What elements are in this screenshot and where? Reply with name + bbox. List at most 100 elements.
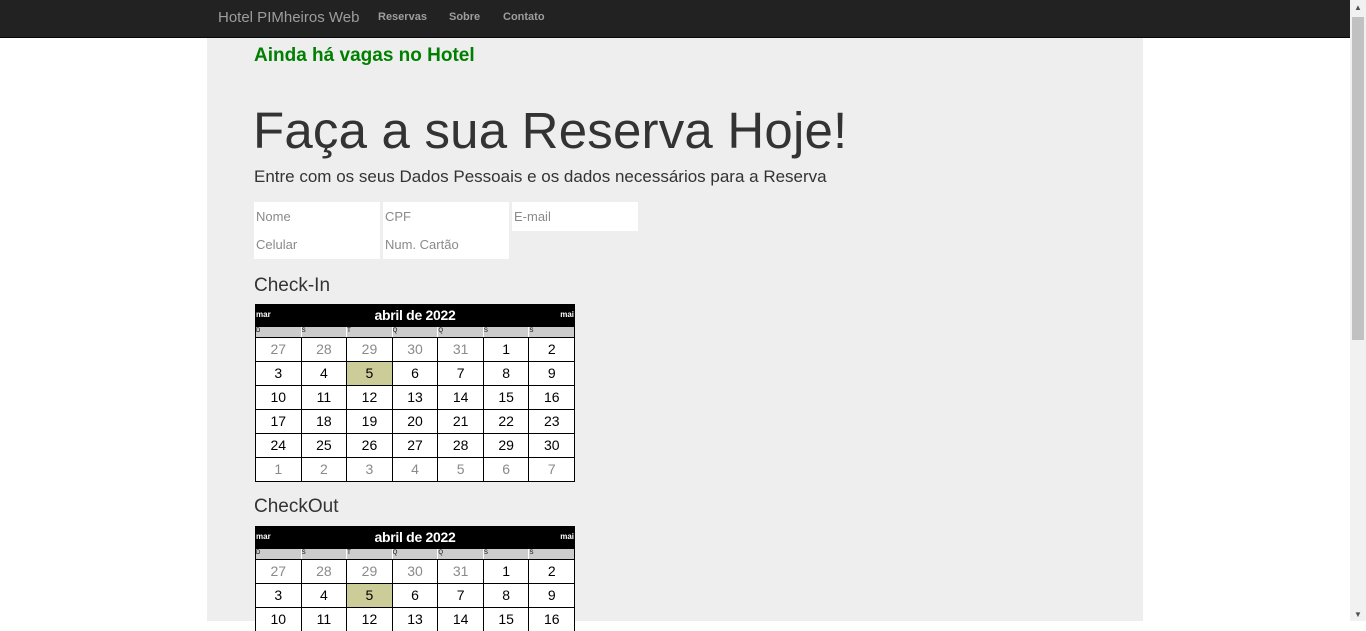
calendar-day[interactable]: 7 — [437, 362, 483, 385]
calendar-day[interactable]: 12 — [346, 608, 392, 631]
calendar-day[interactable]: 7 — [437, 584, 483, 607]
calendar-day[interactable]: 21 — [437, 410, 483, 433]
calendar-day[interactable]: 31 — [437, 560, 483, 583]
next-month-link[interactable]: mai — [560, 310, 574, 319]
calendar-day[interactable]: 22 — [482, 410, 529, 433]
calendar-day[interactable]: 1 — [482, 338, 529, 361]
weekday-label: Q — [391, 549, 438, 559]
page-scrollbar[interactable]: ▲ ▼ — [1350, 0, 1366, 621]
checkout-label: CheckOut — [254, 496, 339, 517]
calendar-day[interactable]: 3 — [346, 458, 392, 481]
weekday-label: T — [346, 327, 392, 337]
calendar-day[interactable]: 1 — [256, 458, 301, 481]
calendar-week-row: 27 28 29 30 31 1 2 — [256, 559, 574, 583]
weekday-label: D — [256, 328, 261, 334]
calendar-day[interactable]: 13 — [391, 386, 438, 409]
calendar-day[interactable]: 30 — [391, 338, 438, 361]
calendar-day[interactable]: 20 — [391, 410, 438, 433]
weekday-label: S — [528, 327, 574, 337]
calendar-day[interactable]: 9 — [528, 362, 574, 385]
calendar-day[interactable]: 19 — [346, 410, 392, 433]
calendar-day[interactable]: 2 — [528, 560, 574, 583]
calendar-day[interactable]: 11 — [300, 386, 347, 409]
weekday-header: DSTQQSS — [256, 548, 574, 559]
calendar-day[interactable]: 24 — [256, 434, 301, 457]
scroll-up-icon[interactable]: ▲ — [1354, 3, 1362, 12]
calendar-day[interactable]: 31 — [437, 338, 483, 361]
calendar-day[interactable]: 28 — [300, 560, 347, 583]
nav-link-reservas[interactable]: Reservas — [378, 11, 427, 23]
nav-link-contato[interactable]: Contato — [503, 11, 545, 23]
calendar-day[interactable]: 8 — [482, 584, 529, 607]
calendar-day[interactable]: 8 — [482, 362, 529, 385]
calendar-day[interactable]: 3 — [256, 584, 301, 607]
calendar-day[interactable]: 5 — [346, 584, 392, 607]
calendar-day[interactable]: 18 — [300, 410, 347, 433]
calendar-day[interactable]: 7 — [528, 458, 574, 481]
calendar-day[interactable]: 15 — [482, 608, 529, 631]
calendar-day[interactable]: 14 — [437, 386, 483, 409]
calendar-day[interactable]: 29 — [482, 434, 529, 457]
availability-message: Ainda há vagas no Hotel — [254, 45, 475, 66]
calendar-day[interactable]: 11 — [300, 608, 347, 631]
email-input[interactable] — [512, 202, 638, 231]
scroll-down-icon[interactable]: ▼ — [1354, 610, 1362, 619]
calendar-day[interactable]: 23 — [528, 410, 574, 433]
calendar-day[interactable]: 25 — [300, 434, 347, 457]
calendar-day[interactable]: 17 — [256, 410, 301, 433]
weekday-label: Q — [391, 327, 438, 337]
calendar-day[interactable]: 26 — [346, 434, 392, 457]
calendar-day[interactable]: 16 — [528, 386, 574, 409]
calendar-day[interactable]: 16 — [528, 608, 574, 631]
calendar-day[interactable]: 4 — [300, 362, 347, 385]
scrollbar-thumb[interactable] — [1352, 17, 1364, 340]
calendar-day[interactable]: 27 — [256, 338, 301, 361]
name-input[interactable] — [254, 202, 380, 231]
calendar-day[interactable]: 3 — [256, 362, 301, 385]
calendar-week-row: 24 25 26 27 28 29 30 — [256, 433, 574, 457]
calendar-day[interactable]: 2 — [300, 458, 347, 481]
calendar-day[interactable]: 14 — [437, 608, 483, 631]
calendar-day[interactable]: 6 — [391, 584, 438, 607]
calendar-day[interactable]: 5 — [437, 458, 483, 481]
brand-link[interactable]: Hotel PIMheiros Web — [218, 9, 359, 26]
calendar-day[interactable]: 5 — [346, 362, 392, 385]
calendar-header: mar abril de 2022 mai — [256, 527, 574, 548]
calendar-day[interactable]: 30 — [528, 434, 574, 457]
calendar-day[interactable]: 6 — [391, 362, 438, 385]
calendar-week-row: 10 11 12 13 14 15 16 — [256, 607, 574, 631]
calendar-day[interactable]: 27 — [256, 560, 301, 583]
calendar-day[interactable]: 2 — [528, 338, 574, 361]
calendar-day[interactable]: 27 — [391, 434, 438, 457]
next-month-link[interactable]: mai — [560, 532, 574, 541]
calendar-week-row: 3456789 — [256, 583, 574, 607]
nav-link-sobre[interactable]: Sobre — [449, 11, 480, 23]
calendar-day[interactable]: 12 — [346, 386, 392, 409]
calendar-week-row: 3456789 — [256, 361, 574, 385]
weekday-label: D — [256, 550, 261, 556]
cpf-input[interactable] — [383, 202, 509, 231]
calendar-day[interactable]: 9 — [528, 584, 574, 607]
calendar-day[interactable]: 15 — [482, 386, 529, 409]
weekday-label: T — [346, 549, 392, 559]
calendar-day[interactable]: 29 — [346, 560, 392, 583]
calendar-week-row: 17 18 19 20 21 22 23 — [256, 409, 574, 433]
phone-input[interactable] — [254, 230, 380, 259]
calendar-day[interactable]: 13 — [391, 608, 438, 631]
calendar-day[interactable]: 6 — [482, 458, 529, 481]
calendar-day[interactable]: 29 — [346, 338, 392, 361]
calendar-day[interactable]: 10 — [256, 386, 301, 409]
top-navbar: Hotel PIMheiros Web Reservas Sobre Conta… — [0, 0, 1350, 38]
calendar-day[interactable]: 1 — [482, 560, 529, 583]
card-number-input[interactable] — [383, 230, 509, 259]
calendar-day[interactable]: 4 — [300, 584, 347, 607]
calendar-day[interactable]: 28 — [300, 338, 347, 361]
calendar-month-title: abril de 2022 — [374, 529, 456, 545]
calendar-day[interactable]: 10 — [256, 608, 301, 631]
calendar-day[interactable]: 28 — [437, 434, 483, 457]
calendar-day[interactable]: 30 — [391, 560, 438, 583]
calendar-day[interactable]: 4 — [391, 458, 438, 481]
calendar-week-row: 1234567 — [256, 457, 574, 481]
calendar-month-title: abril de 2022 — [374, 307, 456, 323]
page-title: Faça a sua Reserva Hoje! — [253, 102, 848, 159]
